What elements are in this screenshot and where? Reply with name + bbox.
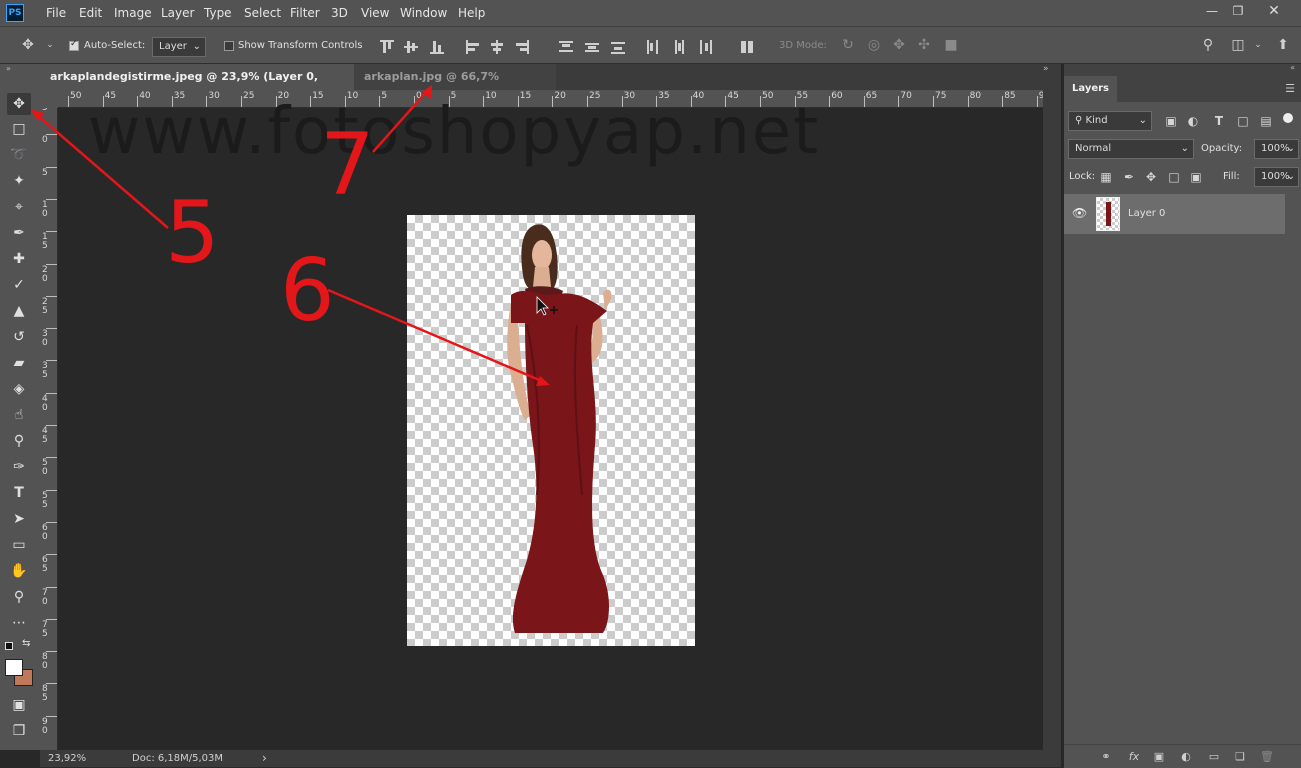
- filter-kind-value: Kind: [1085, 115, 1108, 126]
- filter-shape-icon[interactable]: □: [1235, 113, 1251, 129]
- search-icon: ⚲: [1075, 115, 1083, 126]
- status-bar: 23,92% Doc: 6,18M/5,03M ›: [40, 750, 1061, 767]
- doc-size: Doc: 6,18M/5,03M: [132, 753, 224, 764]
- collapse-icon[interactable]: «: [1290, 63, 1295, 72]
- lock-all-icon[interactable]: ▣: [1188, 169, 1204, 185]
- lock-artboard-icon[interactable]: □: [1166, 169, 1182, 185]
- lock-image-pixels-icon[interactable]: ✒: [1121, 169, 1137, 185]
- eye-icon[interactable]: 👁: [1072, 206, 1087, 220]
- chevron-down-icon: ⌄: [1286, 143, 1295, 154]
- annotation-6: 6: [280, 241, 335, 341]
- new-layer-icon[interactable]: ❏: [1231, 748, 1249, 766]
- layer-name[interactable]: Layer 0: [1128, 208, 1165, 219]
- new-group-icon[interactable]: ▭: [1205, 748, 1223, 766]
- layer-filter-dropdown[interactable]: ⚲ Kind ⌄: [1068, 111, 1152, 131]
- fill-label: Fill:: [1223, 171, 1240, 182]
- filter-pixel-icon[interactable]: ▣: [1163, 113, 1179, 129]
- chevron-down-icon: ⌄: [1286, 171, 1295, 182]
- blend-mode-value: Normal: [1075, 143, 1112, 154]
- add-mask-icon[interactable]: ▣: [1150, 748, 1168, 766]
- zoom-level[interactable]: 23,92%: [48, 750, 86, 767]
- link-layers-icon[interactable]: ⚭: [1097, 748, 1115, 766]
- filter-adjustment-icon[interactable]: ◐: [1185, 113, 1201, 129]
- chevron-down-icon: ⌄: [1138, 115, 1147, 126]
- layers-panel: Layers ☰ ⚲ Kind ⌄ ▣ ◐ T □ ▤ Normal ⌄ Opa…: [1064, 76, 1301, 768]
- delete-layer-icon[interactable]: 🗑: [1258, 748, 1276, 766]
- arrow-6-line: [327, 288, 545, 384]
- opacity-value: 100%: [1261, 143, 1290, 154]
- filter-type-icon[interactable]: T: [1211, 113, 1227, 129]
- chevron-down-icon: ⌄: [1180, 143, 1189, 154]
- fill-value: 100%: [1261, 171, 1290, 182]
- annotation-7: 7: [320, 115, 375, 215]
- layers-panel-footer: ⚭ fx ▣ ◐ ▭ ❏ 🗑: [1064, 744, 1301, 768]
- arrow-6-head: [536, 376, 550, 386]
- layers-panel-header: Layers ☰: [1064, 76, 1301, 102]
- arrow-7-line: [372, 89, 429, 153]
- adjustment-layer-icon[interactable]: ◐: [1177, 748, 1195, 766]
- layer-thumbnail: [1096, 197, 1120, 231]
- opacity-input[interactable]: 100% ⌄: [1254, 139, 1299, 159]
- filter-toggle-icon[interactable]: [1283, 113, 1293, 123]
- panel-dock-header: «: [1064, 63, 1301, 76]
- layer-row-layer-0[interactable]: 👁 Layer 0: [1064, 194, 1285, 234]
- tab-layers[interactable]: Layers: [1064, 76, 1117, 102]
- chevron-right-icon[interactable]: ›: [262, 750, 267, 767]
- lock-label: Lock:: [1069, 171, 1096, 182]
- fx-icon[interactable]: fx: [1125, 748, 1143, 766]
- fill-input[interactable]: 100% ⌄: [1254, 167, 1299, 187]
- panel-menu-icon[interactable]: ☰: [1285, 82, 1295, 95]
- opacity-label: Opacity:: [1201, 143, 1243, 154]
- lock-position-icon[interactable]: ✥: [1143, 169, 1159, 185]
- filter-smart-object-icon[interactable]: ▤: [1258, 113, 1274, 129]
- arrow-5-line: [34, 112, 169, 229]
- blend-mode-dropdown[interactable]: Normal ⌄: [1068, 139, 1194, 159]
- lock-transparent-pixels-icon[interactable]: ▦: [1098, 169, 1114, 185]
- annotation-5: 5: [165, 183, 220, 283]
